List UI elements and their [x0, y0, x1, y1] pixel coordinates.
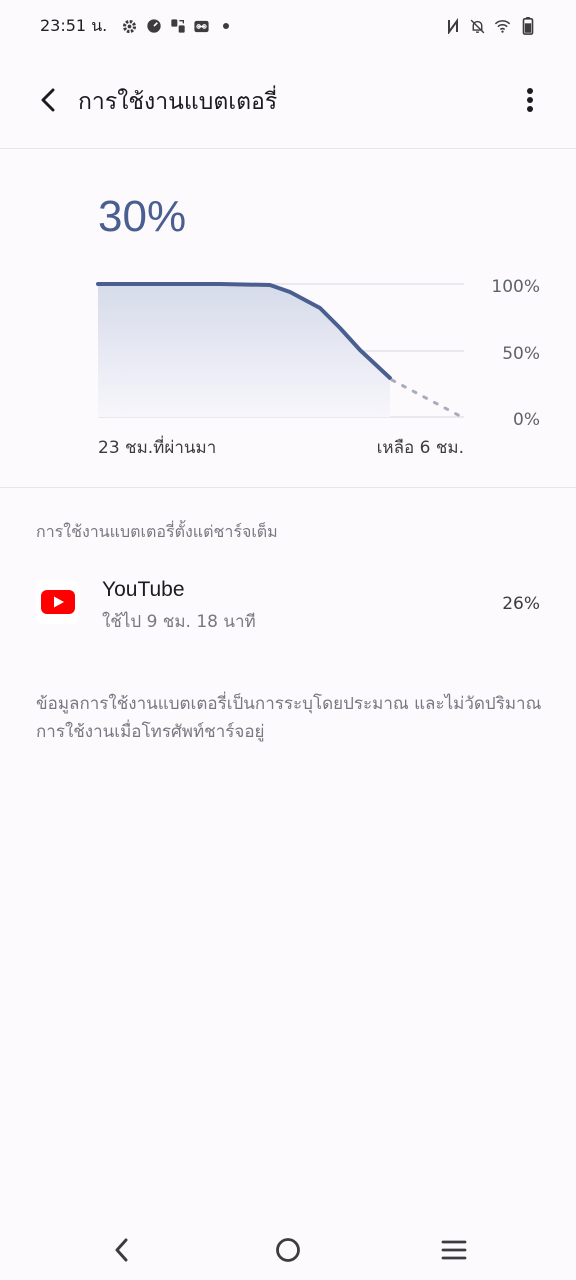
dot-icon [217, 18, 234, 35]
battery-projection-line [390, 378, 462, 418]
navigation-bar [0, 1220, 576, 1280]
youtube-icon [36, 580, 80, 624]
bell-off-icon [469, 18, 486, 35]
y-tick-50: 50% [502, 344, 540, 364]
page-title: การใช้งานแบตเตอรี่ [78, 89, 278, 115]
chart-caption-past: 23 ชม.ที่ผ่านมา [98, 438, 217, 458]
link-icon [193, 18, 210, 35]
divider [0, 148, 576, 149]
status-left-icons [121, 18, 234, 35]
recents-nav-button[interactable] [429, 1230, 479, 1270]
home-nav-icon [276, 1238, 300, 1262]
back-arrow-icon [41, 88, 55, 112]
battery-icon [519, 17, 536, 35]
recents-nav-icon [441, 1240, 467, 1260]
divider [0, 487, 576, 488]
back-button[interactable] [28, 76, 68, 124]
back-nav-button[interactable] [96, 1230, 146, 1270]
back-nav-icon [115, 1238, 128, 1262]
more-vert-icon [527, 88, 533, 112]
more-options-button[interactable] [512, 76, 548, 124]
app-usage-row-youtube[interactable]: YouTube ใช้ไป 9 ชม. 18 นาที 26% [0, 566, 576, 646]
app-usage-percent: 26% [502, 594, 540, 614]
wifi-icon [494, 18, 511, 35]
status-bar: 23:51 น. [0, 0, 576, 52]
y-tick-100: 100% [491, 277, 540, 297]
battery-chart: 100% 50% 0% [96, 277, 540, 430]
app-transfer-icon [169, 18, 186, 35]
status-right-icons [444, 17, 536, 35]
app-name: YouTube [102, 578, 185, 601]
y-tick-0: 0% [513, 410, 540, 430]
status-time: 23:51 น. [40, 15, 108, 35]
speedometer-icon [145, 18, 162, 35]
battery-percentage: 30% [98, 192, 187, 241]
section-header: การใช้งานแบตเตอรี่ตั้งแต่ชาร์จเต็ม [36, 522, 278, 541]
app-usage-time: ใช้ไป 9 ชม. 18 นาที [102, 612, 256, 632]
home-nav-button[interactable] [263, 1230, 313, 1270]
nfc-icon [444, 18, 461, 35]
footnote: ข้อมูลการใช้งานแบตเตอรี่เป็นการระบุโดยปร… [36, 694, 542, 742]
app-bar: การใช้งานแบตเตอรี่ [0, 52, 576, 148]
chart-caption-remaining: เหลือ 6 ชม. [376, 438, 464, 458]
gear-icon [121, 18, 138, 35]
battery-area-fill [98, 284, 390, 417]
